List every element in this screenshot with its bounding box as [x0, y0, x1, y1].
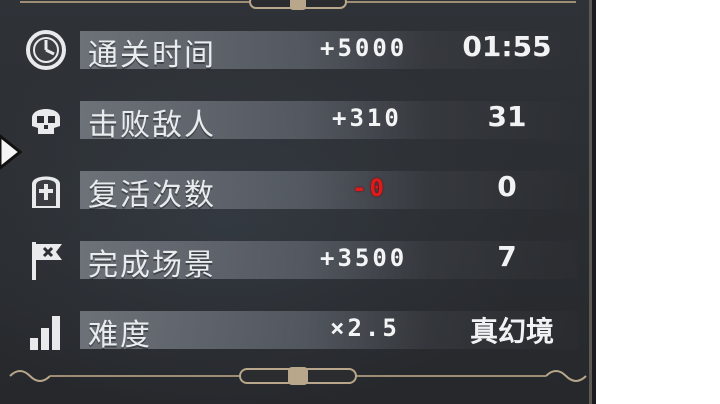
panel-border	[589, 0, 592, 404]
selection-arrow-icon	[0, 134, 23, 170]
stat-value: 真幻境	[469, 315, 554, 348]
stat-value: 7	[497, 240, 517, 273]
stat-label: 复活次数	[88, 178, 216, 213]
stat-label: 完成场景	[88, 248, 216, 283]
bottom-ornament	[9, 367, 587, 385]
skull-icon	[32, 109, 60, 134]
stat-label: 通关时间	[88, 38, 216, 73]
difficulty-bars-icon	[30, 316, 60, 350]
stat-row-scenes-completed: 完成场景 +3500 7	[22, 236, 578, 283]
top-ornament	[20, 0, 576, 10]
tombstone-icon	[32, 176, 60, 208]
stat-value: 0	[497, 170, 517, 203]
stat-bonus: +3500	[320, 244, 408, 272]
stat-bonus: +310	[332, 104, 402, 132]
flag-icon	[32, 242, 62, 280]
stat-label: 难度	[88, 318, 152, 353]
clock-icon	[26, 30, 66, 70]
stat-bonus: ×2.5	[330, 314, 400, 342]
stat-value: 01:55	[462, 30, 552, 63]
stat-row-enemies-defeated: 击败敌人 +310 31	[22, 96, 578, 143]
stat-row-clear-time: 通关时间 +5000 01:55	[22, 26, 578, 73]
stat-value: 31	[487, 100, 527, 133]
stat-row-revives: 复活次数 -0 0	[22, 166, 578, 213]
stat-label: 击败敌人	[88, 108, 216, 143]
results-panel: 通关时间 +5000 01:55 击败敌人 +310 31 复活次数 -0 0	[0, 0, 596, 404]
stat-bonus: +5000	[320, 34, 408, 62]
stat-row-difficulty: 难度 ×2.5 真幻境	[22, 306, 578, 353]
